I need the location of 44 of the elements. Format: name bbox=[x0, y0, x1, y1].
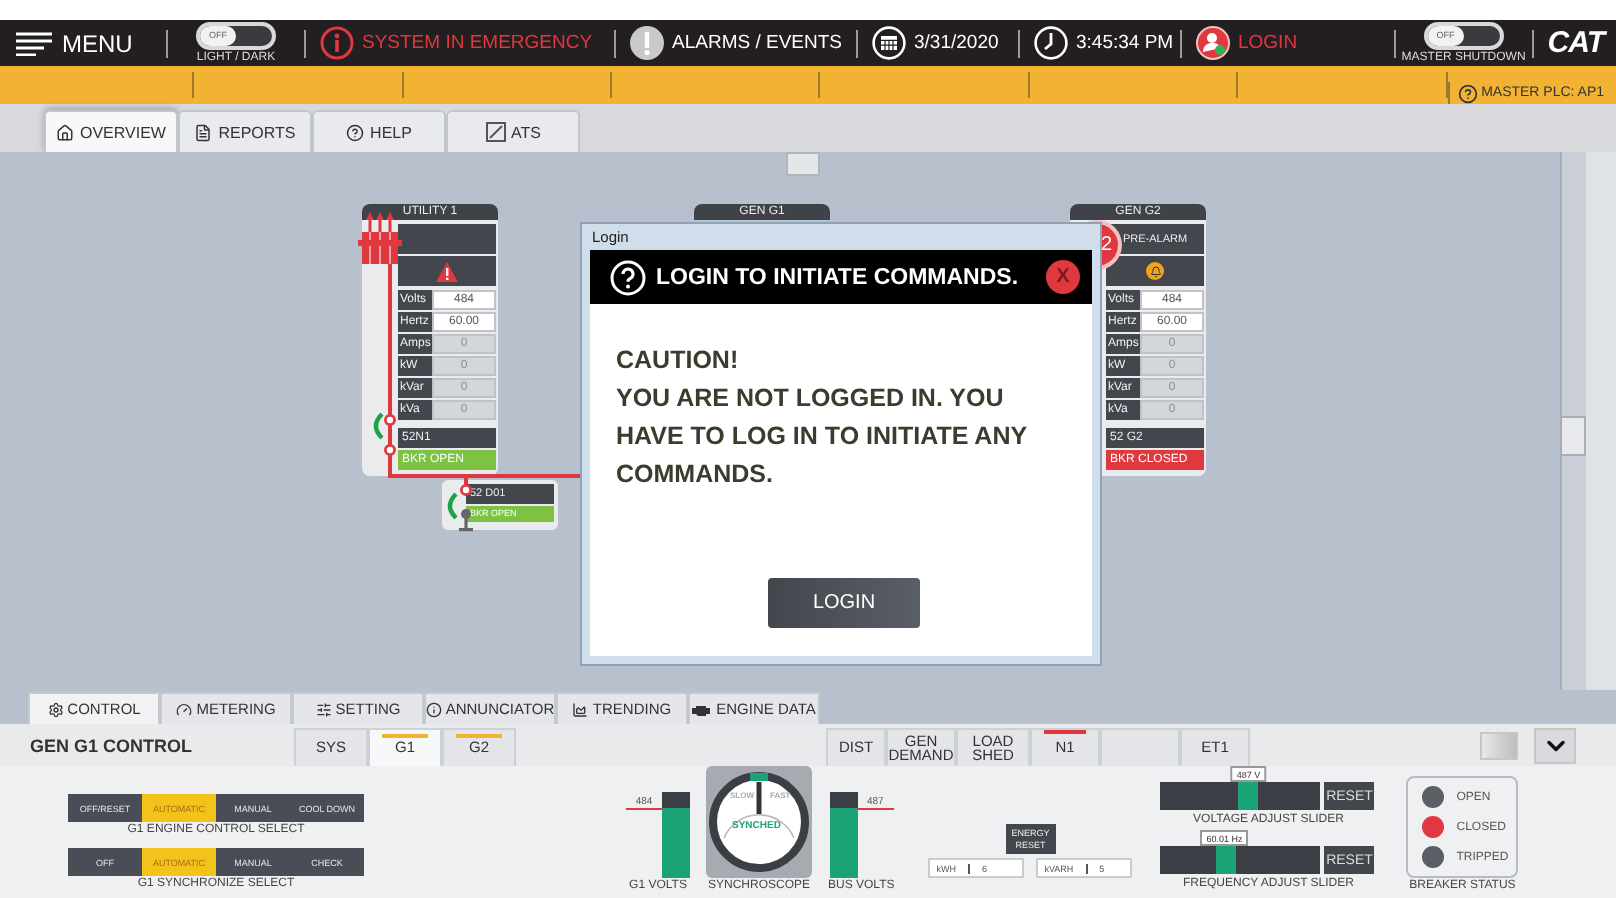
menu-button[interactable]: MENU bbox=[16, 29, 152, 57]
collapse-button[interactable] bbox=[1534, 728, 1576, 764]
scrollbar-thumb[interactable] bbox=[1560, 416, 1586, 456]
gauge-icon bbox=[176, 701, 193, 717]
logo: CAT bbox=[1547, 26, 1604, 60]
info-icon bbox=[425, 701, 442, 717]
nav-tab[interactable]: REPORTS bbox=[178, 110, 312, 152]
caution-text: CAUTION! bbox=[616, 344, 741, 378]
toggle-square[interactable] bbox=[1480, 732, 1518, 760]
alarms-button[interactable]: ALARMS / EVENTS bbox=[630, 26, 842, 60]
home-icon bbox=[56, 123, 74, 141]
panel-title: GEN G1 CONTROL bbox=[28, 735, 195, 755]
panel-handle[interactable] bbox=[786, 152, 820, 176]
menu-icon bbox=[16, 31, 52, 55]
breaker-arc-icon bbox=[444, 492, 458, 520]
warning-icon bbox=[436, 261, 458, 281]
sub-tab[interactable] bbox=[1100, 728, 1180, 766]
nav-tab[interactable]: HELP bbox=[312, 110, 446, 152]
date-text: 3/31/2020 bbox=[914, 32, 999, 54]
engine-icon bbox=[692, 701, 713, 717]
help-icon bbox=[1457, 83, 1478, 103]
alert-icon bbox=[630, 26, 664, 60]
bell-icon bbox=[1146, 262, 1164, 280]
info-icon bbox=[320, 26, 354, 60]
status-text: SYSTEM IN EMERGENCY bbox=[362, 32, 593, 54]
nav-tab[interactable]: ATS bbox=[446, 110, 580, 152]
message-text: YOU ARE NOT LOGGED IN. YOU HAVE TO LOG IN TO INITIATE ANY COMMANDS. bbox=[616, 382, 1029, 492]
time-text: 3:45:34 PM bbox=[1076, 32, 1174, 54]
clock-icon bbox=[1034, 26, 1068, 60]
settings-icon bbox=[47, 701, 64, 717]
breaker-arc-icon bbox=[370, 412, 384, 440]
ground-icon bbox=[458, 508, 474, 532]
user-icon bbox=[1196, 26, 1230, 60]
help-icon bbox=[346, 123, 365, 141]
dialog-heading: LOGIN TO INITIATE COMMANDS. bbox=[656, 265, 1021, 289]
document-icon bbox=[194, 123, 213, 141]
slider-thumb[interactable] bbox=[1216, 846, 1237, 874]
calendar-icon bbox=[872, 26, 906, 60]
slider-thumb[interactable] bbox=[1237, 782, 1258, 810]
help-icon bbox=[610, 259, 646, 295]
sliders-icon bbox=[315, 701, 332, 717]
login-link[interactable]: LOGIN bbox=[1196, 26, 1298, 60]
nav-tab[interactable]: OVERVIEW bbox=[44, 110, 178, 152]
login-button[interactable]: LOGIN bbox=[768, 578, 920, 628]
